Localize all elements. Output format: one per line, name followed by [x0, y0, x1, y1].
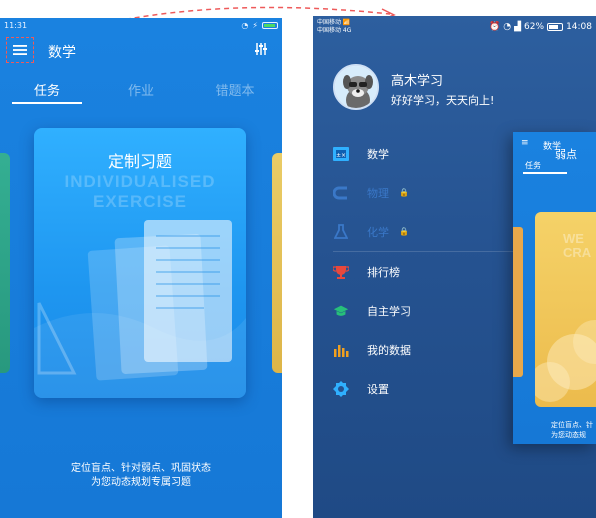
- filter-icon: [255, 43, 267, 55]
- lock-icon: 🔒: [399, 188, 409, 197]
- screenshot-root: 11:31 ◔ ⚡ 数学 任务 作业 错题本 定制习题 INDIVIDUALIS…: [0, 0, 596, 518]
- svg-text:±×: ±×: [336, 152, 346, 159]
- tab-tasks[interactable]: 任务: [0, 76, 94, 104]
- menu-item-settings[interactable]: 设置: [313, 369, 513, 408]
- menu-item-my-data[interactable]: 我的数据: [313, 330, 513, 369]
- avatar[interactable]: [333, 64, 379, 110]
- battery-percent: 62%: [524, 22, 545, 32]
- wifi-icon: ◔: [241, 20, 249, 30]
- flask-icon: [334, 223, 348, 239]
- drawer-menu: ±× 数学 物理 🔒 化学 🔒 排行榜 自主学习 我的数据 设置: [313, 134, 513, 408]
- tab-homework[interactable]: 作业: [94, 76, 188, 102]
- magnet-icon: [333, 186, 347, 199]
- status-time: 14:08: [566, 22, 592, 32]
- preview-card-watermark: WE CRA: [563, 231, 592, 260]
- main-screen-preview[interactable]: ≡ 数学 任务 弱点 WE CRA 定位盲点、针 为您动态规: [513, 132, 596, 444]
- phone-screen-drawer: 中国移动 📶 中国移动 4G ⏰ ◔ ▟ 62% 14:08 高木学习 好好学习…: [313, 16, 596, 518]
- status-time: 11:31: [4, 20, 28, 30]
- signal-icon: ▟: [514, 22, 522, 32]
- phone-screen-main: 11:31 ◔ ⚡ 数学 任务 作业 错题本 定制习题 INDIVIDUALIS…: [0, 18, 282, 518]
- math-book-icon: ±×: [333, 146, 349, 161]
- signal-icon: ⚡: [252, 20, 258, 30]
- profile-motto: 好好学习，天天向上!: [391, 94, 495, 107]
- carrier-line-2: 中国移动 4G: [317, 27, 352, 34]
- preview-card-title: 弱点: [555, 148, 577, 161]
- status-bar: 中国移动 📶 中国移动 4G ⏰ ◔ ▟ 62% 14:08: [313, 16, 596, 38]
- filter-button[interactable]: [254, 42, 268, 60]
- page-title: 数学: [48, 45, 76, 61]
- wifi-icon: ◔: [503, 22, 512, 32]
- menu-icon: ≡: [521, 138, 529, 148]
- gear-icon: [333, 380, 349, 397]
- trophy-icon: [333, 265, 349, 279]
- profile-name: 高木学习: [391, 74, 444, 89]
- menu-icon: [13, 45, 27, 55]
- carrier-line-1: 中国移动 📶: [317, 19, 351, 26]
- graduation-cap-icon: [333, 305, 349, 316]
- lock-icon: 🔒: [399, 227, 409, 236]
- preview-tab: 任务: [525, 161, 541, 170]
- menu-item-leaderboard[interactable]: 排行榜: [313, 252, 513, 291]
- tab-mistakes[interactable]: 错题本: [188, 76, 282, 102]
- menu-item-chemistry[interactable]: 化学 🔒: [313, 212, 513, 251]
- profile-header[interactable]: 高木学习 好好学习，天天向上!: [333, 64, 494, 110]
- alarm-icon: ⏰: [489, 22, 501, 32]
- bar-chart-icon: [334, 344, 349, 357]
- dog-avatar-icon: [335, 66, 377, 108]
- battery-icon: [262, 21, 278, 29]
- app-bar: 数学: [0, 34, 282, 70]
- menu-item-physics[interactable]: 物理 🔒: [313, 173, 513, 212]
- status-bar: 11:31 ◔ ⚡: [0, 18, 282, 32]
- card-description: 定位盲点、针对弱点、巩固状态 为您动态规划专属习题: [71, 463, 211, 488]
- menu-item-math[interactable]: ±× 数学: [313, 134, 513, 173]
- custom-exercise-card[interactable]: 定制习题 INDIVIDUALISED EXERCISE: [34, 128, 246, 398]
- preview-side-card: [513, 227, 523, 377]
- papers-illustration-icon: [34, 220, 246, 398]
- battery-icon: [547, 23, 564, 31]
- preview-caption: 定位盲点、针 为您动态规: [551, 421, 593, 439]
- menu-button[interactable]: [6, 37, 34, 63]
- preview-tab-underline: [523, 172, 567, 174]
- tab-bar: 任务 作业 错题本: [0, 76, 282, 104]
- menu-item-self-study[interactable]: 自主学习: [313, 291, 513, 330]
- carousel-card-prev[interactable]: [0, 153, 10, 373]
- carousel-card-next[interactable]: [272, 153, 282, 373]
